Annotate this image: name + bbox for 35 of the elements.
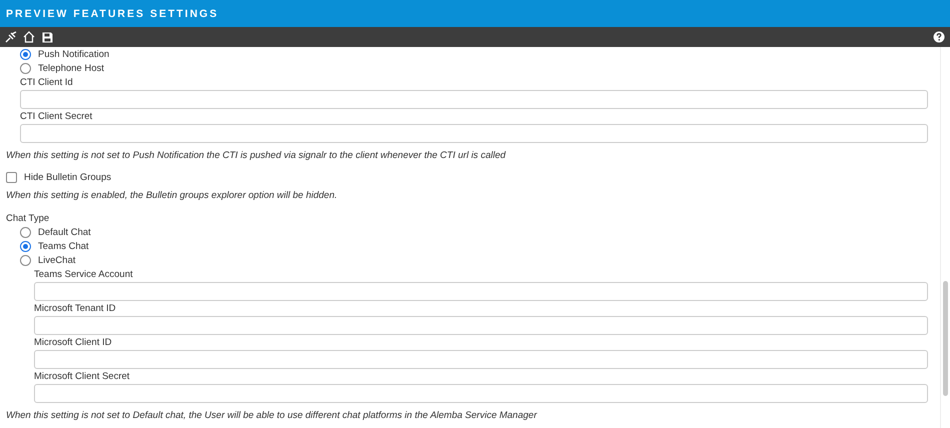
input-field[interactable] [34, 384, 928, 403]
pin-icon[interactable] [4, 30, 18, 44]
field-label: Microsoft Client ID [34, 336, 113, 350]
radio-button[interactable] [20, 62, 31, 74]
field-label: Teams Service Account [34, 268, 134, 282]
radio-button[interactable] [20, 254, 31, 266]
radio-button[interactable] [20, 240, 31, 252]
checkbox-label: Hide Bulletin Groups [24, 172, 112, 182]
help-icon[interactable] [932, 30, 946, 44]
field-label: CTI Client Id [20, 76, 74, 90]
field-label: CTI Client Secret [20, 110, 94, 124]
radio-label: Push Notification [38, 48, 110, 60]
field-label: Microsoft Client Secret [34, 370, 131, 384]
help-text: When this setting is not set to Push Notification the CTI is pushed via signalr to the client whenever the CTI url is called [6, 150, 507, 162]
scrollbar[interactable] [940, 47, 950, 428]
input-field[interactable] [20, 90, 928, 109]
section-label: Chat Type [6, 212, 50, 225]
radio-button[interactable] [20, 226, 31, 238]
radio-label: Teams Chat [38, 240, 89, 252]
home-icon[interactable] [22, 30, 36, 44]
help-text: When this setting is enabled, the Bulletin groups explorer option will be hidden. [6, 190, 338, 202]
radio-label: Telephone Host [38, 62, 104, 74]
page-title: PREVIEW FEATURES SETTINGS [6, 8, 219, 20]
input-field[interactable] [20, 124, 928, 143]
radio-label: Default Chat [38, 226, 91, 238]
radio-label: LiveChat [38, 254, 76, 266]
radio-button[interactable] [20, 48, 31, 60]
input-field[interactable] [34, 282, 928, 301]
checkbox[interactable] [6, 172, 17, 182]
scrollbar-thumb[interactable] [943, 281, 948, 396]
save-icon[interactable] [40, 30, 54, 44]
input-field[interactable] [34, 316, 928, 335]
field-label: Microsoft Tenant ID [34, 302, 117, 316]
help-text: When this setting is not set to Default chat, the User will be able to use different chat platforms in the Alemba Service Manager [6, 410, 538, 422]
input-field[interactable] [34, 350, 928, 369]
